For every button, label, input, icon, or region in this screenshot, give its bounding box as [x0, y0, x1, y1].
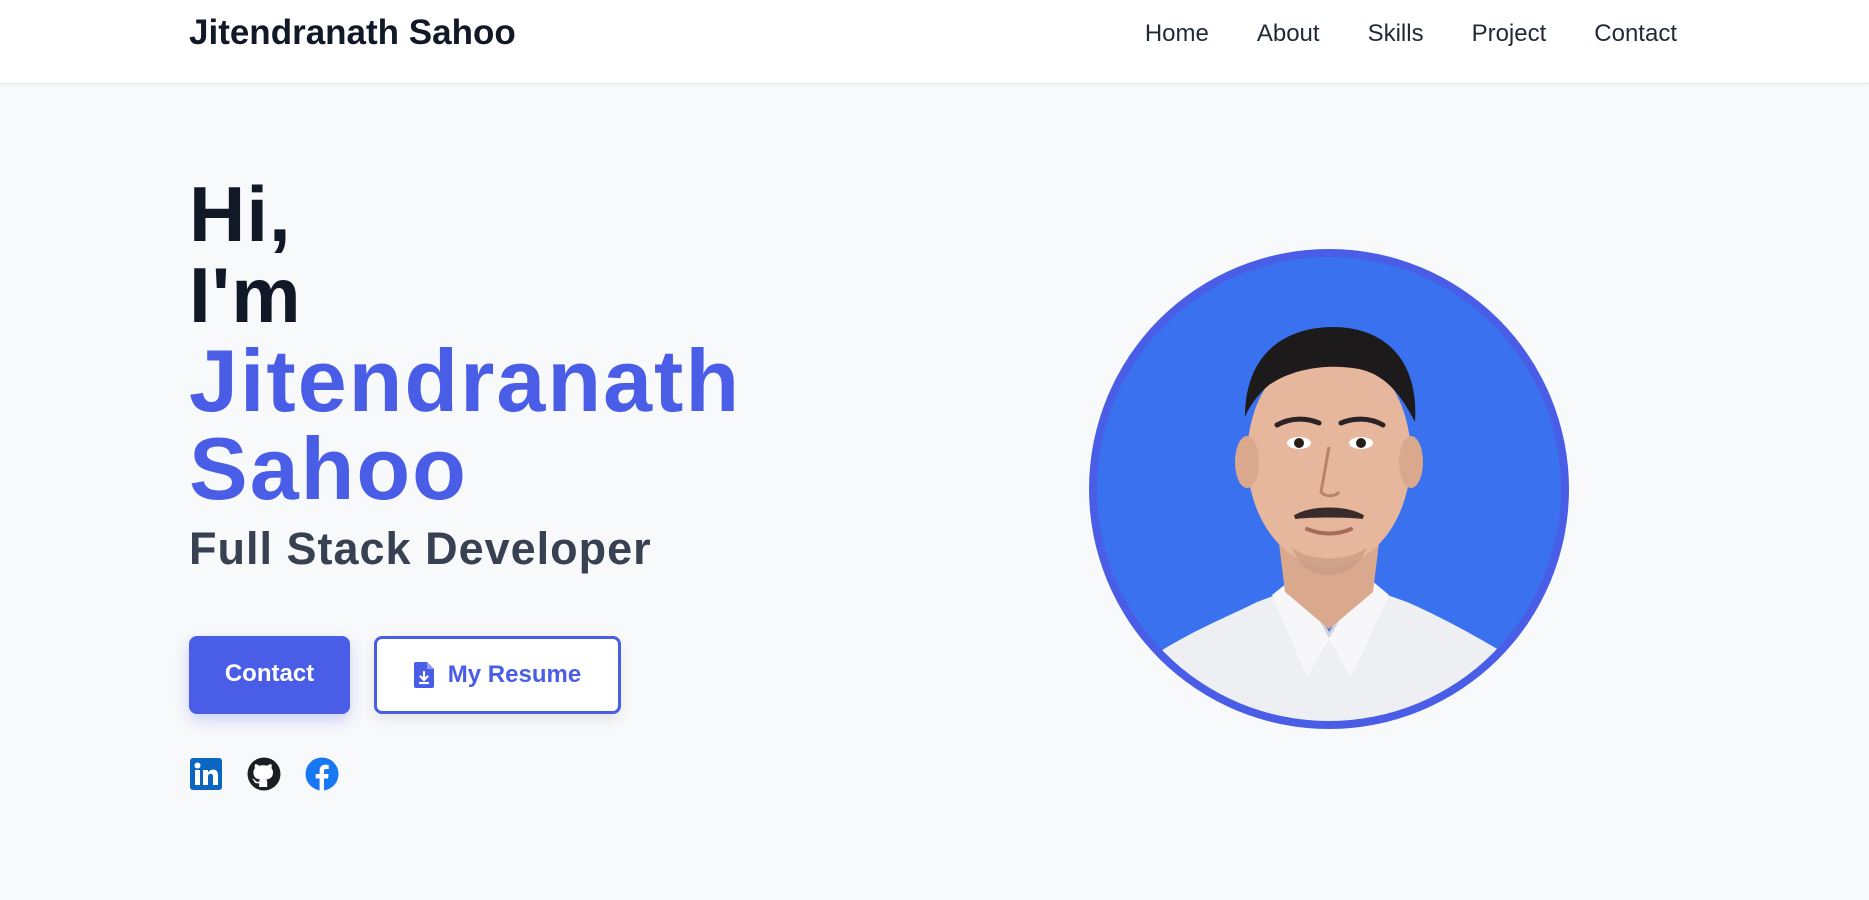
nav-link-skills[interactable]: Skills [1368, 20, 1424, 48]
linkedin-icon[interactable] [189, 757, 223, 791]
hero-intro: Hi, I'm Jitendranath Sahoo Full Stack De… [189, 175, 989, 575]
nav-link-project[interactable]: Project [1472, 20, 1547, 48]
resume-button-label: My Resume [447, 661, 582, 688]
contact-button[interactable]: Contact [189, 636, 350, 714]
hero-role: Full Stack Developer [189, 523, 652, 574]
social-links [189, 757, 339, 791]
nav-links: Home About Skills Project Contact [1145, 20, 1677, 48]
hero-name-first: Jitendranath [189, 331, 742, 430]
facebook-icon[interactable] [305, 757, 339, 791]
navbar: Jitendranath Sahoo Home About Skills Pro… [0, 0, 1869, 84]
hero-name-last: Sahoo [189, 419, 468, 518]
greeting-line-2: I'm [189, 251, 302, 339]
profile-photo-frame [1089, 249, 1569, 729]
brand-logo[interactable]: Jitendranath Sahoo [189, 13, 516, 53]
resume-button[interactable]: My Resume [374, 636, 621, 714]
nav-link-home[interactable]: Home [1145, 20, 1209, 48]
nav-link-contact[interactable]: Contact [1594, 20, 1677, 48]
hero-buttons: Contact My Resume [189, 636, 621, 714]
nav-link-about[interactable]: About [1257, 20, 1320, 48]
file-download-icon [413, 662, 434, 688]
profile-photo [1097, 257, 1561, 721]
greeting-line-1: Hi, [189, 170, 292, 258]
github-icon[interactable] [247, 757, 281, 791]
